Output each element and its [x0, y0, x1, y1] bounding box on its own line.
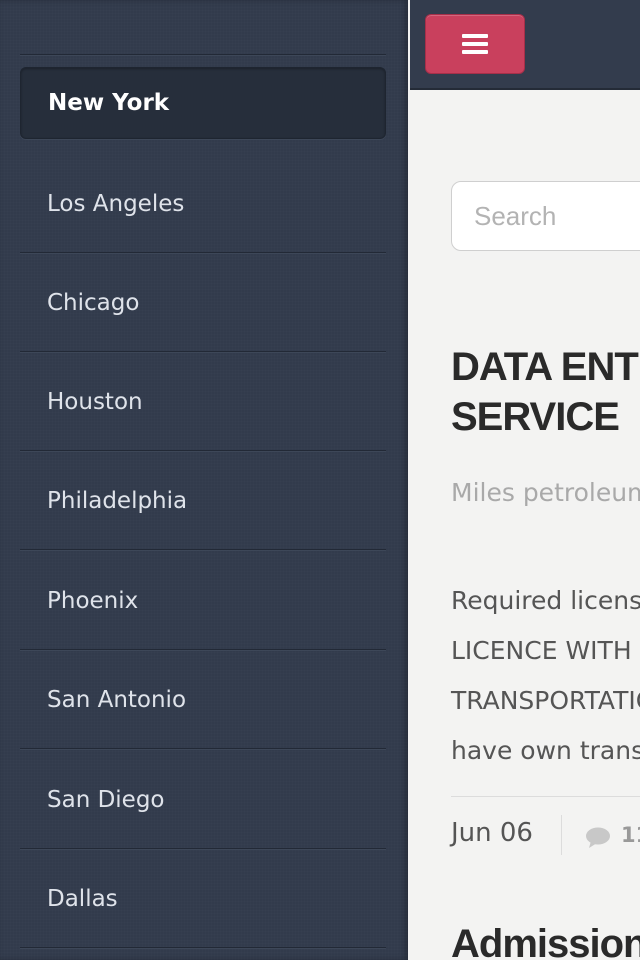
post-date: Jun 06 [451, 818, 533, 848]
menu-toggle-button[interactable] [425, 14, 525, 74]
sidebar-item-label: Los Angeles [47, 190, 185, 217]
sidebar-item-san-diego[interactable]: San Diego [20, 751, 386, 849]
comment-icon [586, 827, 610, 848]
sidebar-item-label: Houston [47, 388, 143, 415]
post-title[interactable]: Admission [451, 922, 640, 960]
sidebar-item-dallas[interactable]: Dallas [20, 850, 386, 948]
post-company: Miles petroleum [451, 478, 640, 507]
sidebar-item-label: Dallas [47, 885, 118, 912]
top-bar [410, 0, 640, 90]
post-title[interactable]: DATA ENTRY SERVICE [451, 342, 640, 442]
post-excerpt: Required license LICENCE WITH C TRANSPOR… [451, 586, 640, 765]
sidebar-item-label: San Antonio [47, 686, 187, 713]
sidebar-item-label: Philadelphia [47, 487, 188, 514]
sidebar-item-phoenix[interactable]: Phoenix [20, 552, 386, 650]
sidebar-item-los-angeles[interactable]: Los Angeles [20, 155, 386, 253]
search-input[interactable] [451, 181, 640, 251]
sidebar-item-philadelphia[interactable]: Philadelphia [20, 452, 386, 550]
sidebar-nav: New York Los Angeles Chicago Houston Phi… [0, 0, 408, 960]
sidebar-item-new-york[interactable]: New York [20, 67, 386, 139]
sidebar-item-san-antonio[interactable]: San Antonio [20, 651, 386, 749]
hamburger-menu-icon [462, 34, 488, 54]
comment-count[interactable]: 11 [621, 823, 640, 847]
sidebar-item-label: San Diego [47, 786, 165, 813]
sidebar-item-chicago[interactable]: Chicago [20, 254, 386, 352]
meta-separator [561, 815, 562, 855]
sidebar-item-label: New York [48, 90, 170, 116]
sidebar-item-label: Phoenix [47, 587, 139, 614]
meta-divider [451, 796, 640, 797]
main-content: DATA ENTRY SERVICE Miles petroleum Requi… [410, 90, 640, 960]
sidebar-item-label: Chicago [47, 289, 140, 316]
sidebar-divider [20, 54, 386, 56]
sidebar-item-houston[interactable]: Houston [20, 353, 386, 451]
